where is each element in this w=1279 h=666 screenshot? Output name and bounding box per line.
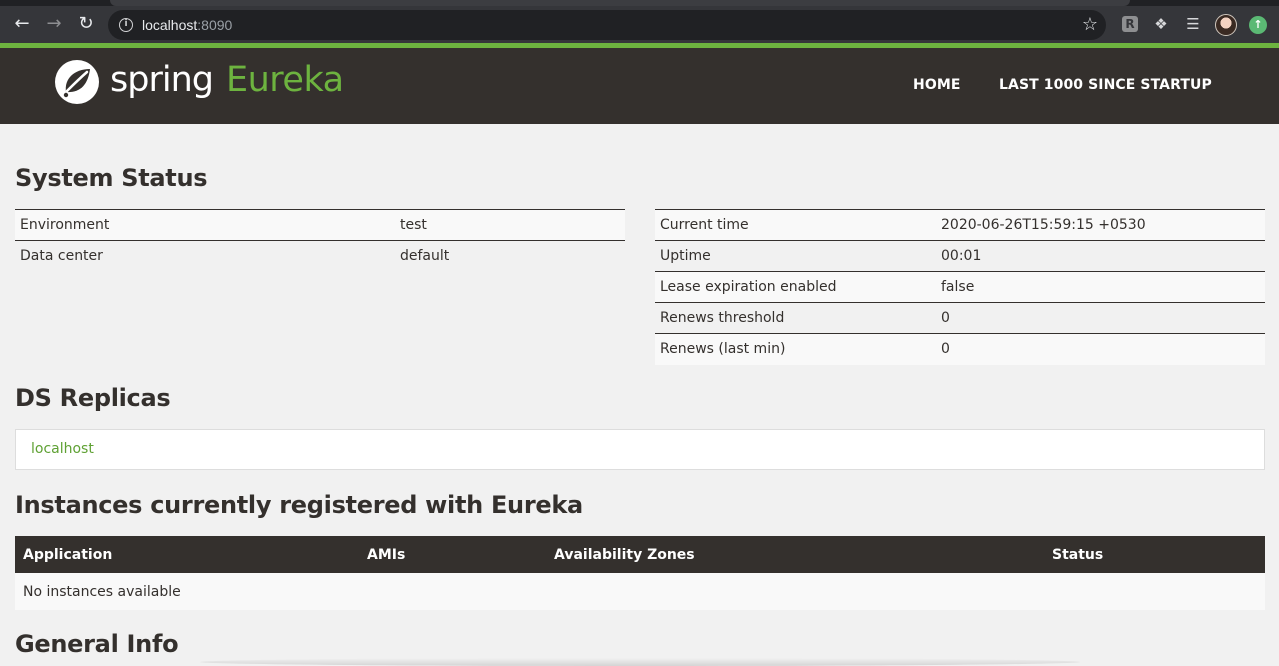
- uptime-value: 00:01: [936, 240, 1265, 272]
- url-text[interactable]: localhost:8090: [142, 17, 232, 33]
- system-status-left-table: Environment test Data center default: [15, 209, 625, 272]
- star-icon[interactable]: ☆: [1082, 14, 1098, 36]
- datacenter-label: Data center: [15, 240, 395, 272]
- puzzle-icon[interactable]: ❖: [1151, 14, 1171, 34]
- table-row: Uptime 00:01: [655, 240, 1265, 272]
- renews-last-min-value: 0: [936, 333, 1265, 365]
- system-status-right-table: Current time 2020-06-26T15:59:15 +0530 U…: [655, 209, 1265, 365]
- col-application: Application: [15, 536, 359, 573]
- system-status-title: System Status: [15, 164, 208, 192]
- nav-last-1000-link[interactable]: LAST 1000 SINCE STARTUP: [999, 77, 1212, 93]
- nav-home-link[interactable]: HOME: [913, 77, 961, 93]
- renews-last-min-label: Renews (last min): [655, 333, 936, 365]
- col-status: Status: [1044, 536, 1265, 573]
- info-icon[interactable]: i: [119, 18, 133, 32]
- bottom-shadow: [200, 658, 1080, 666]
- renews-threshold-label: Renews threshold: [655, 302, 936, 334]
- avatar[interactable]: [1215, 14, 1237, 36]
- table-row: Current time 2020-06-26T15:59:15 +0530: [655, 209, 1265, 241]
- ds-replicas-list: localhost: [15, 429, 1265, 470]
- current-time-label: Current time: [655, 209, 936, 241]
- page-header: spring Eureka HOME LAST 1000 SINCE START…: [0, 48, 1279, 124]
- table-row: Environment test: [15, 209, 625, 241]
- browser-toolbar: ← → ↻ i localhost:8090 ☆ R ❖ ☰ ↑: [0, 0, 1279, 46]
- back-arrow-icon[interactable]: ←: [11, 13, 33, 35]
- col-availability-zones: Availability Zones: [546, 536, 1044, 573]
- table-row: Renews threshold 0: [655, 302, 1265, 334]
- brand-eureka[interactable]: Eureka: [226, 60, 344, 100]
- url-host: localhost: [142, 17, 198, 33]
- spring-leaf-logo-icon[interactable]: [54, 59, 100, 105]
- col-amis: AMIs: [359, 536, 546, 573]
- table-row: Data center default: [15, 240, 625, 272]
- no-instances-message: No instances available: [15, 573, 1265, 610]
- instances-title: Instances currently registered with Eure…: [15, 491, 583, 519]
- active-tab-edge[interactable]: [110, 0, 1130, 6]
- renews-threshold-value: 0: [936, 302, 1265, 334]
- replica-link-localhost[interactable]: localhost: [31, 441, 94, 457]
- ds-replicas-title: DS Replicas: [15, 384, 171, 412]
- datacenter-value: default: [395, 240, 625, 272]
- general-info-title: General Info: [15, 630, 179, 658]
- media-queue-icon[interactable]: ☰: [1183, 14, 1203, 34]
- brand-spring[interactable]: spring: [110, 60, 214, 100]
- lease-expiration-value: false: [936, 271, 1265, 303]
- lease-expiration-label: Lease expiration enabled: [655, 271, 936, 303]
- update-icon[interactable]: ↑: [1249, 16, 1267, 34]
- table-header-row: Application AMIs Availability Zones Stat…: [15, 536, 1265, 573]
- uptime-label: Uptime: [655, 240, 936, 272]
- current-time-value: 2020-06-26T15:59:15 +0530: [936, 209, 1265, 241]
- env-label: Environment: [15, 209, 395, 241]
- reload-icon[interactable]: ↻: [75, 13, 97, 35]
- table-row: Renews (last min) 0: [655, 333, 1265, 365]
- table-row: No instances available: [15, 573, 1265, 610]
- url-port: :8090: [197, 17, 233, 33]
- env-value: test: [395, 209, 625, 241]
- extension-r-icon[interactable]: R: [1122, 16, 1138, 32]
- instances-table: Application AMIs Availability Zones Stat…: [15, 536, 1265, 610]
- address-bar[interactable]: i localhost:8090 ☆: [108, 10, 1106, 40]
- table-row: Lease expiration enabled false: [655, 271, 1265, 303]
- forward-arrow-icon[interactable]: →: [43, 13, 65, 35]
